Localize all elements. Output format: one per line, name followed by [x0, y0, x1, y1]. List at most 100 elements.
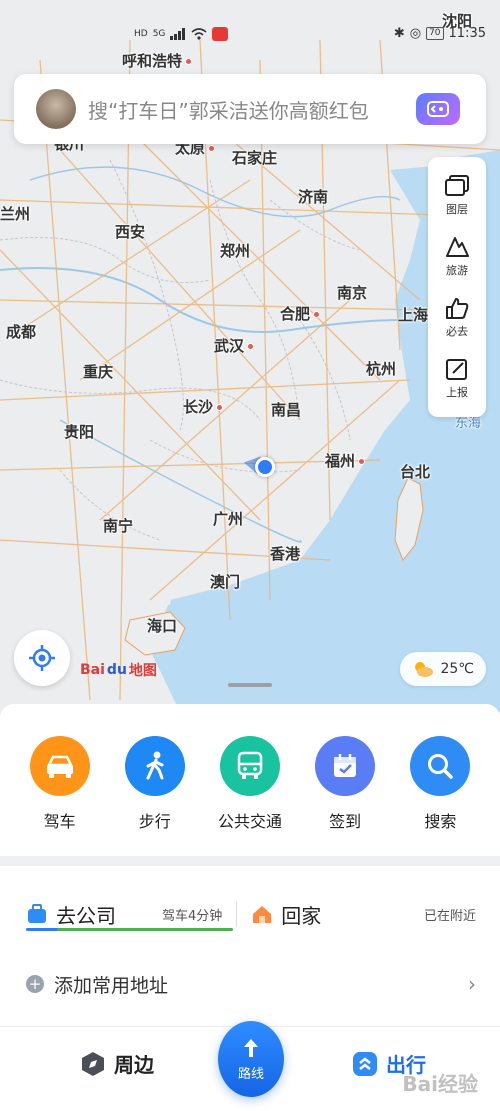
add-common-address[interactable]: + 添加常用地址 ›	[26, 966, 476, 1002]
current-location-marker	[243, 455, 276, 481]
city-label[interactable]: 南宁	[103, 515, 133, 536]
map-view[interactable]: 呼和浩特 银川 太原 石家庄 兰州 西安 郑州 济南 成都 合肥 南京 上海 重…	[0, 0, 500, 712]
quick-actions-sheet: 驾车 步行 公共交通 签到 搜索	[0, 704, 500, 856]
location-status-icon: ◎	[409, 26, 422, 41]
city-label[interactable]: 杭州	[366, 358, 396, 379]
voice-assistant-icon	[427, 101, 449, 117]
status-bar: HD 5G 沈阳 ✱ ◎ 70 11:35	[0, 0, 500, 41]
city-label[interactable]: 呼和浩特	[122, 50, 195, 71]
watermark: Bai经验	[402, 1072, 478, 1096]
search-label: 搜索	[424, 812, 457, 831]
status-icons-right: ✱ ◎ 70 11:35	[394, 26, 486, 41]
map-tools-panel: 图层 旅游 必去 上报	[428, 157, 486, 417]
city-label[interactable]: 武汉	[214, 335, 257, 356]
walk-icon-bg	[124, 736, 185, 796]
transit-button[interactable]: 公共交通	[210, 736, 290, 832]
avatar[interactable]	[36, 89, 76, 129]
travel-icon	[446, 237, 469, 257]
layers-button[interactable]: 图层	[428, 165, 486, 226]
walk-label: 步行	[138, 812, 171, 831]
city-label[interactable]: 兰州	[0, 203, 30, 224]
home-status: 已在附近	[423, 908, 476, 924]
go-to-company[interactable]: 去公司 驾车4分钟	[26, 900, 222, 929]
hd-icon: HD	[134, 29, 148, 39]
wifi-icon	[191, 28, 207, 40]
locate-icon	[29, 645, 55, 671]
report-label: 上报	[446, 386, 468, 399]
weather-temp: 25℃	[440, 661, 474, 677]
signal-icon	[170, 28, 186, 40]
network-5g-icon: 5G	[152, 29, 166, 39]
city-label[interactable]: 广州	[213, 508, 243, 529]
status-icons-left: HD 5G	[134, 27, 229, 41]
drive-icon-bg	[29, 736, 90, 796]
city-label[interactable]: 济南	[298, 186, 328, 207]
check-in-icon-bg	[315, 736, 376, 796]
city-label[interactable]: 重庆	[83, 361, 113, 382]
drive-button[interactable]: 驾车	[20, 736, 100, 832]
search-bar[interactable]: 搜“打车日”郭采洁送你高额红包	[14, 74, 486, 144]
city-label[interactable]: 贵阳	[64, 421, 94, 442]
city-label[interactable]: 台北	[400, 461, 430, 482]
city-label[interactable]: 南京	[337, 282, 367, 303]
battery-icon: 70	[426, 27, 444, 40]
walk-button[interactable]: 步行	[115, 736, 195, 832]
city-label[interactable]: 合肥	[280, 303, 323, 324]
bluetooth-icon: ✱	[393, 26, 405, 41]
bus-icon	[237, 751, 263, 779]
must-visit-button[interactable]: 必去	[428, 287, 486, 348]
logo-du: du	[106, 662, 127, 678]
city-label[interactable]: 澳门	[210, 571, 240, 592]
compass-icon	[82, 1051, 104, 1076]
thumbs-up-icon	[446, 298, 469, 319]
logo-text: 地图	[128, 663, 157, 679]
city-label[interactable]: 上海	[398, 304, 428, 325]
calendar-check-icon	[334, 754, 357, 777]
add-address-label: 添加常用地址	[54, 974, 169, 997]
home-icon	[253, 906, 272, 923]
tab-route-label: 路线	[237, 1066, 264, 1082]
search-button[interactable]: 搜索	[400, 736, 480, 832]
search-icon-bg	[410, 736, 471, 796]
drive-label: 驾车	[43, 812, 76, 831]
go-home[interactable]: 回家 已在附近	[251, 900, 476, 929]
search-placeholder[interactable]: 搜“打车日”郭采洁送你高额红包	[88, 95, 416, 124]
place-shortcuts: 去公司 驾车4分钟 回家 已在附近	[26, 896, 476, 932]
chevron-right-icon: ›	[468, 972, 476, 996]
must-visit-label: 必去	[446, 325, 468, 338]
transit-icon-bg	[219, 736, 280, 796]
baidu-map-logo: Bai du 地图	[80, 660, 157, 680]
city-label[interactable]: 福州	[325, 450, 368, 471]
city-label[interactable]: 西安	[115, 221, 145, 242]
logo-bai: Bai	[80, 662, 105, 678]
weather-badge[interactable]: 25℃	[400, 652, 486, 686]
city-label[interactable]: 郑州	[220, 240, 250, 261]
clock-time: 11:35	[448, 26, 486, 41]
city-label[interactable]: 长沙	[183, 396, 226, 417]
city-label[interactable]: 成都	[6, 321, 36, 342]
sheet-drag-handle[interactable]	[228, 683, 272, 687]
voice-assistant-button[interactable]	[416, 93, 460, 125]
city-label[interactable]: 香港	[270, 543, 300, 564]
car-icon	[46, 755, 73, 778]
city-label[interactable]: 石家庄	[232, 147, 277, 168]
tab-route[interactable]: 路线	[218, 1021, 284, 1097]
tab-nearby[interactable]: 周边	[80, 1049, 154, 1078]
check-in-label: 签到	[329, 812, 362, 831]
mic-recording-icon	[212, 27, 229, 41]
briefcase-icon	[28, 904, 46, 923]
city-label[interactable]: 海口	[147, 615, 177, 636]
cloudy-sun-icon	[415, 662, 434, 677]
report-button[interactable]: 上报	[428, 348, 486, 409]
locate-me-button[interactable]	[14, 630, 70, 686]
search-icon	[428, 754, 454, 779]
route-arrow-icon	[244, 1038, 258, 1057]
common-places: 去公司 驾车4分钟 回家 已在附近 + 添加常用地址 ›	[0, 866, 500, 1026]
city-label[interactable]: 南昌	[271, 399, 301, 420]
walk-icon	[146, 751, 164, 780]
trip-icon	[353, 1051, 377, 1076]
travel-label: 旅游	[446, 264, 468, 277]
travel-button[interactable]: 旅游	[428, 226, 486, 287]
route-progress-bar	[26, 928, 233, 931]
check-in-button[interactable]: 签到	[305, 736, 385, 832]
